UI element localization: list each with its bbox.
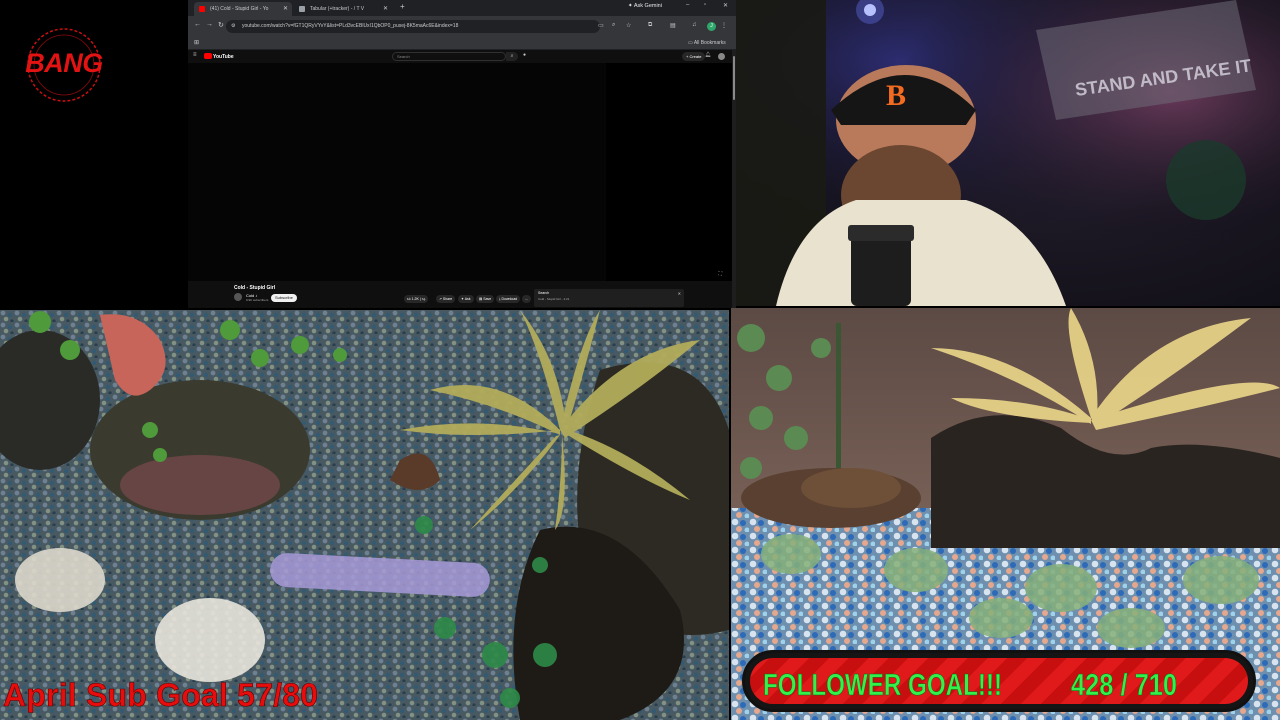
site-info-icon[interactable]: ⚙: [231, 20, 235, 33]
ask-gemini-button[interactable]: ✦ Ask Gemini: [628, 3, 662, 9]
close-tab-icon[interactable]: ✕: [283, 2, 288, 16]
youtube-logo-text: YouTube: [213, 54, 234, 60]
tab-label: (41) Cold - Stupid Girl - Yo: [210, 6, 269, 12]
reading-mode-icon[interactable]: ▤: [670, 22, 676, 29]
subscriber-count: 9.9K subscribers: [246, 298, 269, 302]
address-bar[interactable]: ⚙ youtube.com/watch?v=fGT1QRyVYvY&list=P…: [226, 20, 600, 33]
search-input[interactable]: Search: [392, 52, 506, 61]
youtube-header: ≡ YouTube Search ⌕ ● + Create 🔔︎: [188, 50, 736, 63]
playlist-panel[interactable]: Search Cold - Stupid Girl - 4:21 ✕: [534, 289, 684, 307]
youtube-logo[interactable]: YouTube: [204, 53, 234, 60]
extensions-icon[interactable]: ⧉: [648, 22, 652, 29]
fullscreen-icon[interactable]: ⛶: [718, 271, 722, 277]
download-button[interactable]: ⤓ Download: [496, 295, 521, 303]
youtube-avatar[interactable]: [718, 53, 725, 60]
follower-goal-bar: FOLLOWER GOAL!!! 428 / 710: [742, 650, 1256, 712]
close-panel-icon[interactable]: ✕: [678, 291, 681, 296]
share-label: Share: [442, 297, 453, 301]
browser-window: (41) Cold - Stupid Girl - Yo ✕ Tabular (…: [188, 0, 736, 308]
install-icon[interactable]: ▭: [598, 22, 604, 29]
create-button[interactable]: + Create: [682, 52, 706, 61]
tab-tracker[interactable]: Tabular (+tracker) - / T V ✕: [294, 2, 392, 16]
video-frame[interactable]: [188, 63, 606, 281]
download-label: Download: [501, 297, 518, 301]
sub-goal-text: April Sub Goal 57/80: [3, 677, 319, 714]
tab-label: Tabular (+tracker) - / T V: [310, 6, 365, 12]
media-icon[interactable]: ♫: [692, 22, 697, 28]
url-text[interactable]: youtube.com/watch?v=fGT1QRyVYvY&list=PLd…: [242, 20, 458, 33]
video-info: Cold - Stupid Girl Cold ♪ 9.9K subscribe…: [188, 281, 732, 308]
microphone-icon[interactable]: ●: [523, 52, 526, 58]
ask-gemini-label: Ask Gemini: [633, 3, 662, 9]
follower-goal-label: FOLLOWER GOAL!!!: [763, 667, 1003, 703]
scrollbar-thumb[interactable]: [733, 56, 735, 100]
subscribe-button[interactable]: Subscribe: [271, 294, 297, 302]
address-toolbar: ← → ↻ ⚙ youtube.com/watch?v=fGT1QRyVYvY&…: [188, 16, 736, 37]
save-button[interactable]: ▤ Save: [476, 295, 495, 303]
menu-icon[interactable]: ⋮: [721, 22, 727, 29]
left-aquarium-feed: [0, 310, 729, 720]
ask-label: Ask: [464, 297, 471, 301]
bookmark-star-icon[interactable]: ☆: [626, 22, 631, 29]
apps-grid-icon[interactable]: ⊞: [194, 37, 199, 50]
playlist-panel-title: Search: [538, 291, 550, 295]
more-actions-button[interactable]: ...: [522, 295, 531, 303]
close-tab-icon[interactable]: ✕: [383, 2, 388, 16]
microphone: [851, 235, 911, 306]
maximize-icon[interactable]: ▫: [704, 2, 706, 8]
tab-strip: (41) Cold - Stupid Girl - Yo ✕ Tabular (…: [188, 0, 736, 16]
forward-icon[interactable]: →: [206, 21, 213, 28]
video-player[interactable]: ⛶: [188, 63, 732, 281]
hamburger-icon[interactable]: ≡: [193, 52, 197, 58]
tracker-favicon-icon: [299, 6, 305, 12]
search-icon[interactable]: ⌕: [506, 52, 518, 61]
follower-goal-count: 428 / 710: [1071, 667, 1178, 703]
playlist-panel-subtitle: Cold - Stupid Girl - 4:21: [538, 297, 570, 301]
all-bookmarks-link[interactable]: ▭ All Bookmarks: [688, 37, 726, 50]
svg-text:B: B: [886, 79, 906, 112]
minimize-icon[interactable]: –: [686, 2, 689, 8]
notifications-icon[interactable]: 🔔︎: [705, 52, 711, 58]
ask-button[interactable]: ✦ Ask: [458, 295, 474, 303]
youtube-favicon-icon: [199, 6, 205, 12]
like-button[interactable]: 👍︎ 1.2K | 👎︎: [404, 295, 429, 303]
tab-youtube[interactable]: (41) Cold - Stupid Girl - Yo ✕: [194, 2, 292, 16]
bang-logo: BANG: [22, 26, 106, 104]
all-bookmarks-label: All Bookmarks: [693, 40, 726, 46]
left-aquarium-scene: [0, 310, 729, 720]
logo-text: BANG: [25, 48, 103, 78]
video-title: Cold - Stupid Girl: [234, 285, 276, 291]
youtube-play-icon: [204, 53, 212, 59]
profile-avatar[interactable]: J: [707, 22, 716, 31]
back-icon[interactable]: ←: [194, 21, 201, 28]
close-window-icon[interactable]: ✕: [723, 2, 728, 9]
webcam-feed: STAND AND TAKE IT B: [736, 0, 1280, 306]
webcam-scene: STAND AND TAKE IT B: [736, 0, 1280, 306]
zoom-icon[interactable]: ⌕: [612, 22, 615, 29]
reload-icon[interactable]: ↻: [218, 21, 224, 29]
new-tab-button[interactable]: +: [400, 2, 405, 11]
share-button[interactable]: ↗ Share: [436, 295, 456, 303]
channel-avatar[interactable]: [234, 293, 242, 301]
save-label: Save: [483, 297, 492, 301]
like-count: 1.2K: [411, 297, 419, 301]
bookmarks-bar: ⊞ ▭ All Bookmarks: [188, 37, 736, 50]
